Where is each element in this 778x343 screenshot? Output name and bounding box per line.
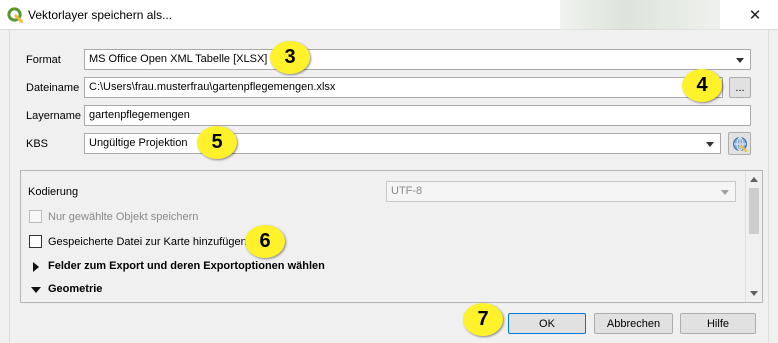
options-panel[interactable]: Kodierung UTF-8 Nur gewählte Objekt spei… — [20, 170, 763, 303]
layername-label: Layername — [26, 110, 82, 122]
add-to-map-label: Gespeicherte Datei zur Karte hinzufügen — [48, 236, 247, 248]
ok-label: OK — [539, 317, 555, 330]
format-label: Format — [26, 54, 61, 66]
cancel-button[interactable]: Abbrechen — [594, 313, 673, 334]
annotation-badge-4: 4 — [682, 69, 722, 102]
close-icon: ✕ — [748, 7, 762, 24]
encoding-select: UTF-8 — [386, 181, 736, 202]
chevron-down-icon — [721, 190, 729, 195]
window-title: Vektorlayer speichern als... — [28, 8, 173, 22]
annotation-number: 6 — [259, 230, 271, 252]
crs-value: Ungültige Projektion — [89, 137, 188, 149]
annotation-badge-3: 3 — [270, 41, 310, 74]
title-bar: Vektorlayer speichern als... ✕ — [0, 0, 778, 30]
crs-label: KBS — [26, 138, 49, 150]
annotation-number: 5 — [211, 131, 223, 153]
browse-button[interactable]: ... — [729, 77, 751, 98]
only-selected-checkbox — [29, 210, 42, 223]
qgis-logo-icon — [7, 7, 23, 23]
annotation-number: 7 — [477, 308, 489, 330]
fields-section-header[interactable]: Felder zum Export und deren Exportoption… — [48, 260, 325, 272]
globe-icon — [732, 136, 747, 152]
encoding-value: UTF-8 — [391, 185, 423, 197]
cancel-label: Abbrechen — [606, 317, 661, 330]
panel-scrollbar[interactable] — [745, 171, 762, 302]
ok-button[interactable]: OK — [508, 313, 586, 334]
layername-value: gartenpflegemengen — [89, 109, 190, 121]
scroll-up-icon[interactable] — [750, 177, 758, 182]
annotation-number: 3 — [284, 46, 296, 68]
chevron-down-icon — [706, 142, 714, 147]
help-label: Hilfe — [706, 317, 729, 330]
crs-select-button[interactable] — [728, 132, 751, 155]
annotation-badge-7: 7 — [463, 303, 503, 336]
annotation-badge-6: 6 — [245, 225, 285, 258]
help-button[interactable]: Hilfe — [680, 313, 756, 334]
annotation-number: 4 — [696, 74, 708, 96]
geometry-section-header[interactable]: Geometrie — [48, 283, 102, 295]
encoding-label: Kodierung — [28, 186, 79, 198]
only-selected-label: Nur gewählte Objekt speichern — [48, 211, 199, 223]
background-decoration — [560, 0, 720, 30]
close-button[interactable]: ✕ — [732, 0, 778, 30]
triangle-right-icon[interactable] — [33, 262, 39, 272]
chevron-down-icon — [736, 58, 744, 63]
crs-select[interactable]: Ungültige Projektion — [84, 133, 721, 154]
filename-value: C:\Users\frau.musterfrau\gartenpflegemen… — [89, 81, 336, 93]
layername-input[interactable]: gartenpflegemengen — [84, 105, 751, 126]
format-select[interactable]: MS Office Open XML Tabelle [XLSX] — [84, 49, 751, 70]
format-value: MS Office Open XML Tabelle [XLSX] — [89, 53, 268, 65]
triangle-down-icon[interactable] — [31, 287, 41, 293]
browse-label: ... — [735, 81, 745, 94]
scroll-thumb[interactable] — [749, 188, 759, 234]
scroll-down-icon[interactable] — [750, 291, 758, 296]
add-to-map-checkbox[interactable] — [29, 235, 42, 248]
filename-label: Dateiname — [26, 82, 80, 94]
filename-input[interactable]: C:\Users\frau.musterfrau\gartenpflegemen… — [84, 77, 723, 98]
annotation-badge-5: 5 — [197, 126, 237, 159]
